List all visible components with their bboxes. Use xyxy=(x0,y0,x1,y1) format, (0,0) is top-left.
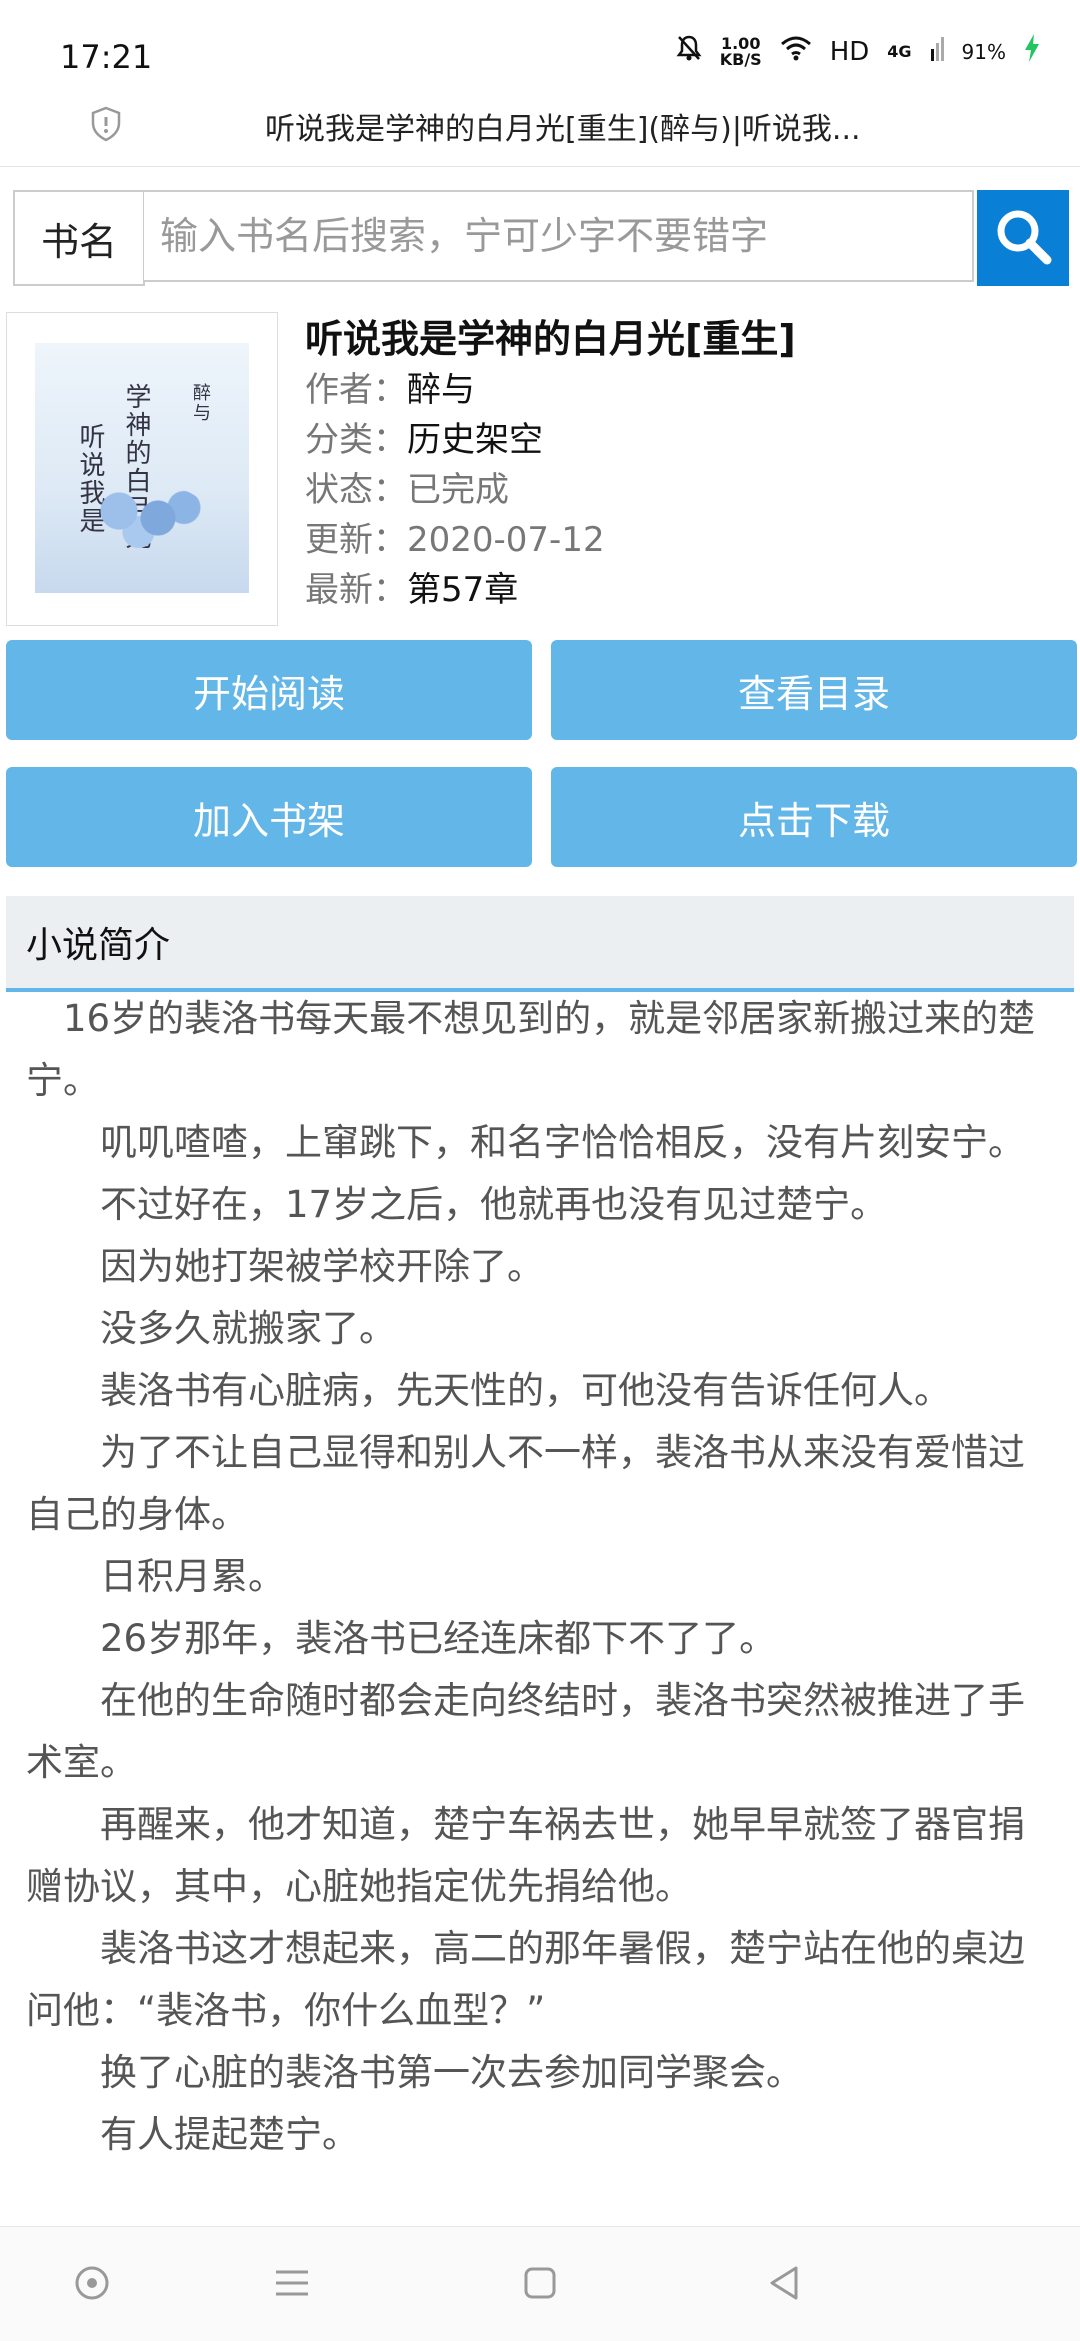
search-input[interactable] xyxy=(144,190,974,282)
browser-title-bar: 听说我是学神的白月光[重生](醉与)|听说我... xyxy=(0,96,1080,167)
net-speed: 1.00 KB/S xyxy=(719,35,762,69)
intro-paragraph: 在他的生命随时都会走向终结时，裴洛书突然被推进了手术室。 xyxy=(26,1679,1025,1784)
intro-heading: 小说简介 xyxy=(26,925,171,966)
author-link[interactable]: 醉与 xyxy=(407,370,475,410)
intro-text: 16岁的裴洛书每天最不想见到的，就是邻居家新搬过来的楚宁。 叽叽喳喳，上窜跳下，… xyxy=(26,988,1056,2166)
intro-header: 小说简介 xyxy=(6,896,1074,992)
intro-paragraph: 有人提起楚宁。 xyxy=(100,2113,359,2156)
status-value: 已完成 xyxy=(407,470,509,510)
category-link[interactable]: 历史架空 xyxy=(407,420,543,460)
intro-paragraph: 裴洛书这才想起来，高二的那年暑假，楚宁站在他的桌边问他：“裴洛书，你什么血型？” xyxy=(26,1927,1025,2032)
start-reading-button[interactable]: 开始阅读 xyxy=(6,640,532,740)
meta-label: 作者： xyxy=(305,370,407,410)
meta-label: 更新： xyxy=(305,520,407,560)
intro-paragraph: 裴洛书有心脏病，先天性的，可他没有告诉任何人。 xyxy=(100,1369,951,1412)
intro-paragraph: 没多久就搬家了。 xyxy=(100,1307,396,1350)
view-catalog-button[interactable]: 查看目录 xyxy=(551,640,1077,740)
signal-bars-icon xyxy=(930,35,944,68)
battery-label: 91% xyxy=(961,39,1006,64)
download-button[interactable]: 点击下载 xyxy=(551,767,1077,867)
intro-paragraph: 为了不让自己显得和别人不一样，裴洛书从来没有爱惜过自己的身体。 xyxy=(26,1431,1025,1536)
system-nav-bar xyxy=(0,2226,1080,2341)
meta-label: 最新： xyxy=(305,570,407,610)
intro-paragraph: 16岁的裴洛书每天最不想见到的，就是邻居家新搬过来的楚宁。 xyxy=(26,997,1036,1102)
meta-label: 分类： xyxy=(305,420,407,460)
wifi-icon xyxy=(780,35,812,68)
hd-label: HD xyxy=(829,36,870,67)
status-bar: 17:21 1.00 KB/S HD 4G 91% xyxy=(0,0,1080,110)
net-speed-unit: KB/S xyxy=(719,49,762,69)
signal-label: 4G xyxy=(887,42,912,61)
cover-flowers xyxy=(80,483,210,553)
meta-label: 状态： xyxy=(305,470,407,510)
search-bar: 书名 xyxy=(13,190,1069,286)
cover-image: 醉与 学神的白月光 听说我是 xyxy=(35,343,249,593)
status-time: 17:21 xyxy=(60,38,153,76)
intro-paragraph: 日积月累。 xyxy=(100,1555,285,1598)
search-type-label[interactable]: 书名 xyxy=(13,190,145,286)
search-button[interactable] xyxy=(977,190,1069,286)
latest-chapter-link[interactable]: 第57章 xyxy=(407,570,518,610)
charging-icon xyxy=(1024,34,1040,69)
intro-paragraph: 26岁那年，裴洛书已经连床都下不了了。 xyxy=(100,1617,777,1660)
mute-bell-icon xyxy=(676,34,702,69)
assistant-icon[interactable] xyxy=(72,2263,112,2307)
intro-paragraph: 叽叽喳喳，上窜跳下，和名字恰恰相反，没有片刻安宁。 xyxy=(100,1121,1025,1164)
meta-status: 状态：已完成 xyxy=(305,462,509,511)
book-title: 听说我是学神的白月光[重生] xyxy=(305,317,796,361)
menu-icon[interactable] xyxy=(272,2263,312,2307)
search-icon xyxy=(991,204,1055,272)
shield-icon[interactable] xyxy=(90,106,122,142)
meta-author: 作者：醉与 xyxy=(305,362,475,411)
intro-paragraph: 再醒来，他才知道，楚宁车祸去世，她早早就签了器官捐赠协议，其中，心脏她指定优先捐… xyxy=(26,1803,1025,1908)
home-square-icon[interactable] xyxy=(520,2263,560,2307)
add-to-shelf-button[interactable]: 加入书架 xyxy=(6,767,532,867)
status-icons: 1.00 KB/S HD 4G 91% xyxy=(676,34,1040,69)
meta-latest: 最新：第57章 xyxy=(305,562,518,611)
intro-paragraph: 换了心脏的裴洛书第一次去参加同学聚会。 xyxy=(100,2051,803,2094)
cover-author: 醉与 xyxy=(190,383,211,423)
intro-paragraph: 不过好在，17岁之后，他就再也没有见过楚宁。 xyxy=(100,1183,888,1226)
meta-updated: 更新：2020-07-12 xyxy=(305,512,605,561)
back-icon[interactable] xyxy=(764,2263,804,2307)
page-title[interactable]: 听说我是学神的白月光[重生](醉与)|听说我... xyxy=(265,104,861,148)
meta-category: 分类：历史架空 xyxy=(305,412,543,461)
intro-paragraph: 因为她打架被学校开除了。 xyxy=(100,1245,544,1288)
book-cover[interactable]: 醉与 学神的白月光 听说我是 xyxy=(6,312,278,626)
updated-value: 2020-07-12 xyxy=(407,520,605,560)
